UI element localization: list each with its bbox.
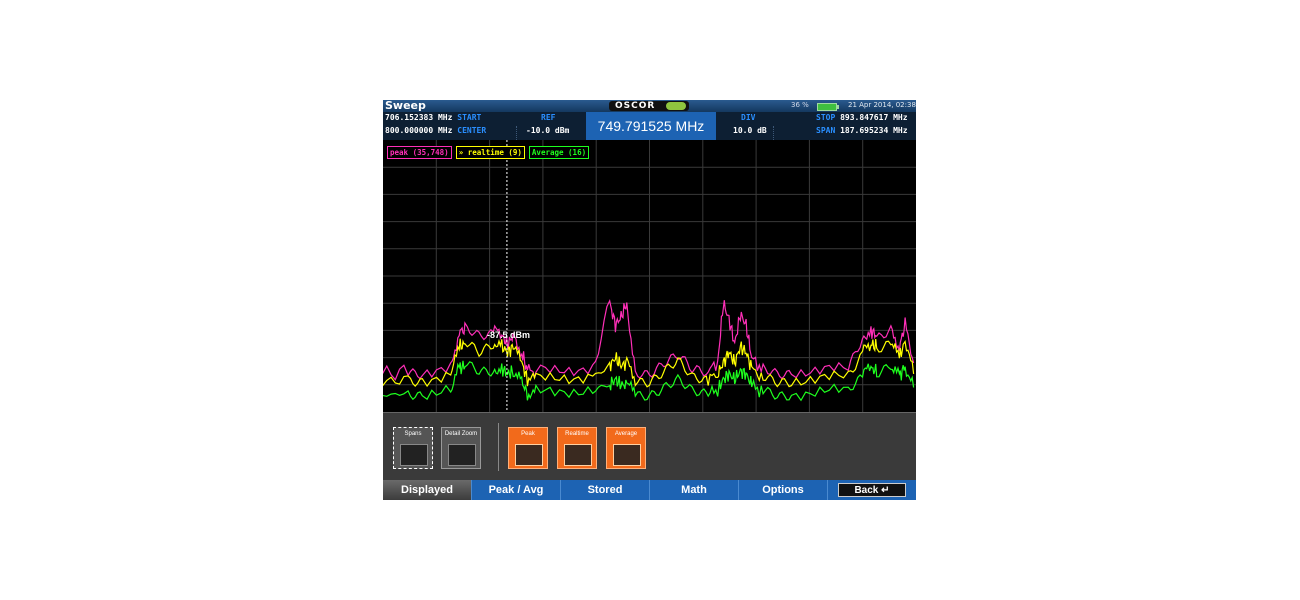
detail-zoom-label: Detail Zoom <box>444 431 478 437</box>
back-label: Back <box>854 485 879 496</box>
tab-stored[interactable]: Stored <box>561 480 650 500</box>
stop-field[interactable]: STOP 893.847617 MHz <box>816 113 908 122</box>
realtime-label: Realtime <box>565 431 589 437</box>
battery-percent: 36 % <box>791 101 809 109</box>
div-label: DIV <box>741 113 756 122</box>
datetime: 21 Apr 2014, 02:38 <box>848 101 916 109</box>
spans-icon <box>400 444 428 466</box>
tab-options[interactable]: Options <box>739 480 828 500</box>
tab-displayed[interactable]: Displayed <box>383 480 472 500</box>
marker-readout: -87.5 dBm <box>487 330 531 340</box>
return-icon: ↵ <box>881 485 890 496</box>
battery-icon <box>817 103 839 111</box>
center-field[interactable]: 800.000000 MHz CENTER <box>385 126 486 135</box>
peak-label: Peak <box>521 431 535 437</box>
tab-peak-avg[interactable]: Peak / Avg <box>472 480 561 500</box>
peak-trace-icon <box>515 444 543 466</box>
analyzer-screen: Sweep OSCOR 36 % 21 Apr 2014, 02:38 706.… <box>383 100 916 500</box>
title-bar: Sweep OSCOR 36 % 21 Apr 2014, 02:38 <box>383 100 916 112</box>
span-field[interactable]: SPAN 187.695234 MHz <box>816 126 908 135</box>
marker-frequency[interactable]: 749.791525 MHz <box>586 112 716 140</box>
realtime-trace-button[interactable]: Realtime <box>557 427 597 469</box>
control-panel: Spans Detail Zoom Peak Realtime Average <box>383 412 916 481</box>
center-value: 800.000000 MHz <box>385 126 453 135</box>
ref-label: REF <box>541 113 556 122</box>
span-value: 187.695234 MHz <box>840 126 908 135</box>
div-value[interactable]: 10.0 dB <box>733 126 767 135</box>
spans-label: Spans <box>404 431 422 437</box>
ref-value[interactable]: -10.0 dBm <box>526 126 569 135</box>
legend-realtime[interactable]: » realtime (9) <box>455 146 525 159</box>
spectrum-plot[interactable]: peak (35,748) » realtime (9) Average (16… <box>383 140 916 412</box>
trace-average <box>383 360 915 402</box>
back-button[interactable]: Back ↵ <box>838 483 906 497</box>
bottom-tab-bar: Displayed Peak / Avg Stored Math Options… <box>383 480 916 500</box>
zoom-icon <box>448 444 476 466</box>
span-label: SPAN <box>816 126 836 135</box>
start-field[interactable]: 706.152383 MHz START <box>385 113 481 122</box>
app-title: Sweep <box>385 100 426 112</box>
center-label: CENTER <box>457 126 487 135</box>
start-value: 706.152383 MHz <box>385 113 453 122</box>
realtime-trace-icon <box>564 444 592 466</box>
stop-value: 893.847617 MHz <box>840 113 908 122</box>
oscor-logo: OSCOR <box>609 101 689 111</box>
trace-legend: peak (35,748) » realtime (9) Average (16… <box>387 146 590 159</box>
average-trace-button[interactable]: Average <box>606 427 646 469</box>
peak-trace-button[interactable]: Peak <box>508 427 548 469</box>
divider <box>498 423 499 471</box>
logo-leaf-icon <box>666 102 686 110</box>
legend-peak[interactable]: peak (35,748) <box>387 146 452 159</box>
average-label: Average <box>614 431 638 437</box>
average-trace-icon <box>613 444 641 466</box>
stop-label: STOP <box>816 113 836 122</box>
tab-math[interactable]: Math <box>650 480 739 500</box>
detail-zoom-button[interactable]: Detail Zoom <box>441 427 481 469</box>
start-label: START <box>457 113 482 122</box>
legend-average[interactable]: Average (16) <box>528 146 590 159</box>
spectrum-svg[interactable] <box>383 140 916 412</box>
spans-button[interactable]: Spans <box>393 427 433 469</box>
